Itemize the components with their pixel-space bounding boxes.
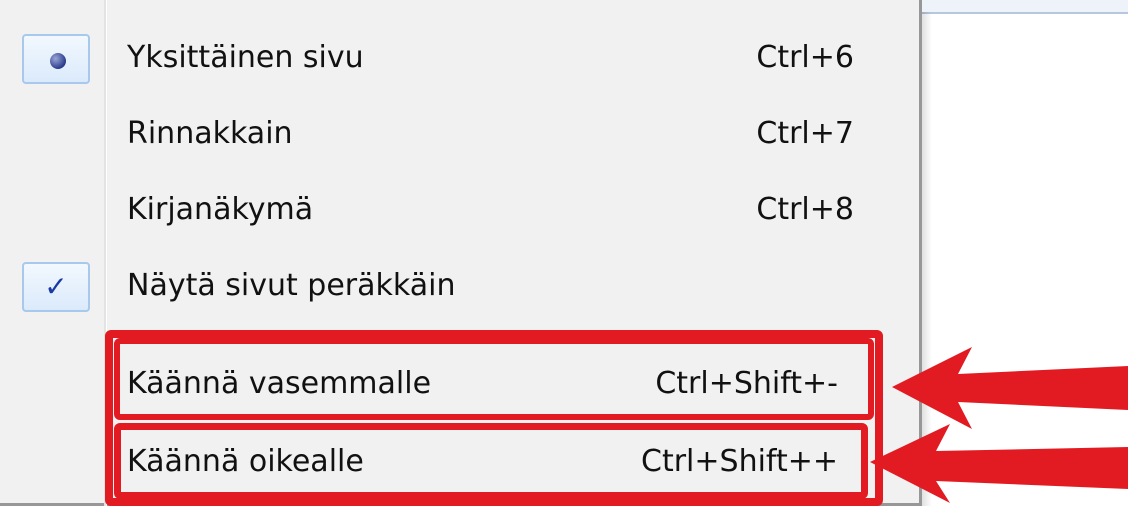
red-arrow-icon	[870, 424, 1128, 503]
annotation-arrows	[870, 347, 1128, 503]
red-arrow-icon	[892, 347, 1128, 429]
